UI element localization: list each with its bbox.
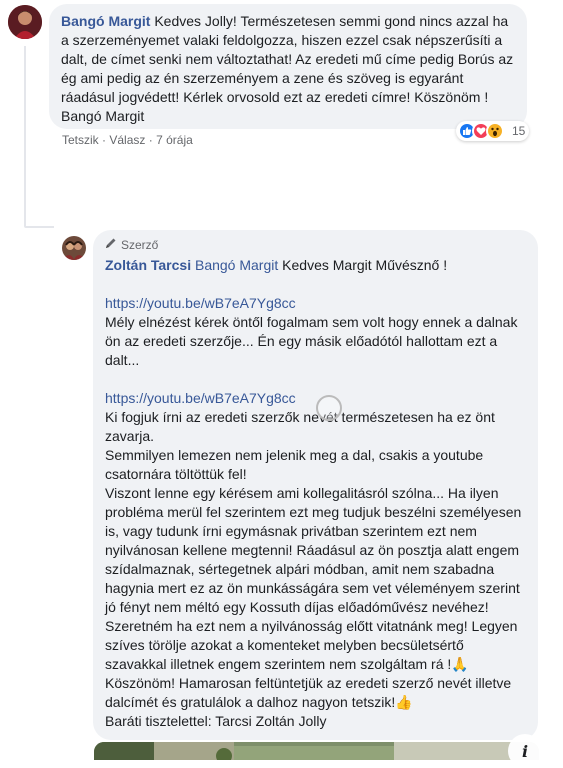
attached-photo[interactable] (94, 742, 539, 760)
mention-link[interactable]: Bangó Margit (195, 257, 278, 273)
thread-connector (24, 226, 54, 228)
reply-button[interactable]: Válasz (109, 133, 145, 147)
avatar-photo (62, 236, 86, 260)
comment-paragraph: Viszont lenne egy kérésem ami kollegalit… (105, 485, 522, 615)
info-button[interactable]: i (508, 734, 542, 768)
cursor-indicator (316, 395, 342, 421)
comment-paragraph: Mély elnézést kérek öntől fogalmam sem v… (105, 314, 518, 368)
author-badge: Szerző (105, 236, 526, 254)
comment-author[interactable]: Zoltán Tarcsi (105, 257, 191, 273)
avatar-photo (8, 5, 42, 39)
photo-content (94, 742, 539, 760)
comment-paragraph: Köszönöm! Hamarosan feltüntetjük az ered… (105, 675, 512, 710)
comment-intro: Kedves Margit Művésznő ! (282, 257, 448, 273)
comment-actions: Tetszik · Válasz · 7 órája (62, 133, 193, 147)
timestamp-link[interactable]: 7 órája (156, 133, 193, 147)
comment-paragraph: Semmilyen lemezen nem jelenik meg a dal,… (105, 447, 484, 482)
avatar[interactable] (8, 5, 42, 39)
comment-signature: Baráti tisztelettel: Tarcsi Zoltán Jolly (105, 713, 327, 729)
info-icon: i (521, 741, 529, 761)
like-button[interactable]: Tetszik (62, 133, 99, 147)
pen-icon (105, 236, 117, 255)
comment-author[interactable]: Bangó Margit (61, 13, 150, 29)
reaction-summary[interactable]: 15 (456, 121, 530, 141)
reply-bubble: Szerző Zoltán Tarcsi Bangó Margit Kedves… (93, 230, 538, 740)
youtube-link[interactable]: https://youtu.be/wB7eA7Yg8cc (105, 294, 526, 313)
reaction-count: 15 (512, 124, 526, 138)
wow-reaction-icon (486, 122, 504, 140)
comment-paragraph: Szeretném ha ezt nem a nyilvánosság előt… (105, 618, 518, 672)
avatar[interactable] (62, 236, 86, 260)
comment-text: Kedves Jolly! Természetesen semmi gond n… (61, 13, 514, 124)
thread-connector (24, 46, 26, 226)
separator-dot: · (148, 133, 157, 147)
author-badge-label: Szerző (121, 237, 159, 252)
comment-bubble: Bangó Margit Kedves Jolly! Természetesen… (49, 4, 527, 129)
comment-paragraph: Ki fogjuk írni az eredeti szerzők nevét … (105, 409, 495, 444)
